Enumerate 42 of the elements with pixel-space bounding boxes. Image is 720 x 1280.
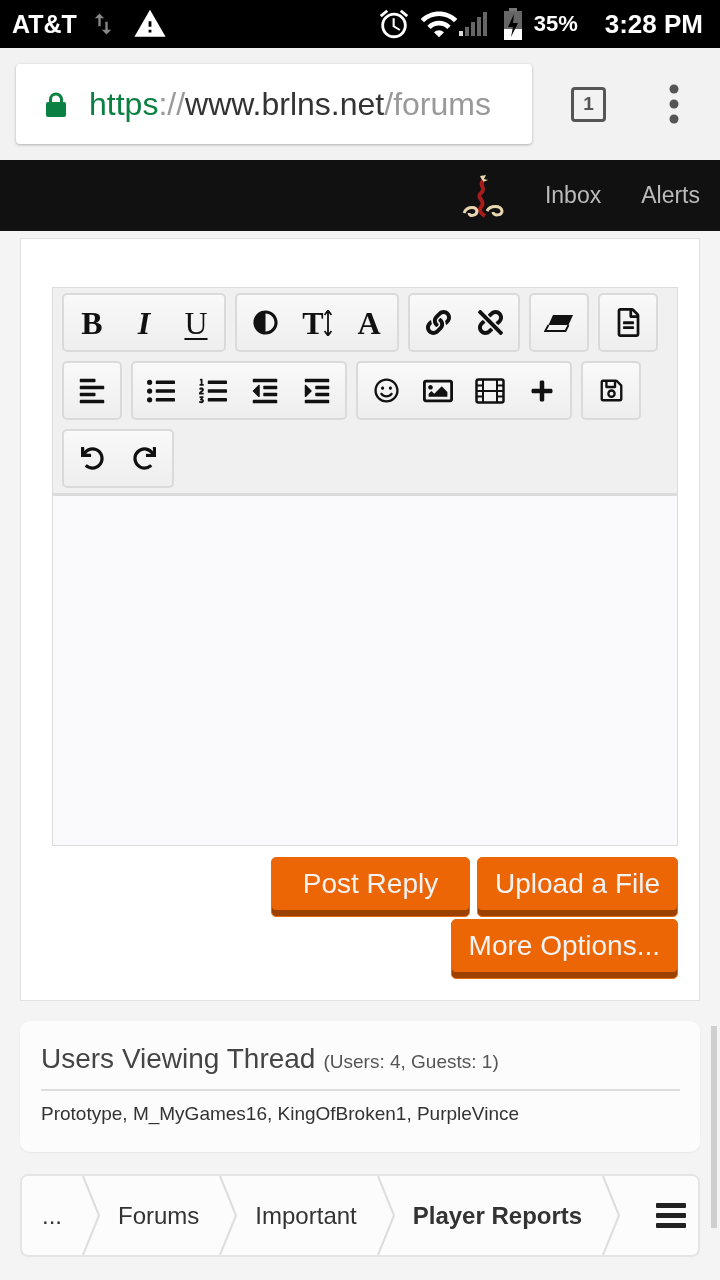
save-icon (598, 378, 624, 403)
breadcrumb-link[interactable]: Important (255, 1201, 357, 1230)
plus-icon (530, 378, 554, 403)
users-list: Prototype, M_MyGames16, KingOfBroken1, PurpleVince (41, 1103, 680, 1125)
nav-link[interactable]: Inbox (544, 182, 602, 209)
italic-button[interactable]: I (118, 295, 170, 350)
indent-icon (303, 376, 331, 405)
menu-icon[interactable] (656, 1203, 686, 1228)
battery-percent: 35% (533, 13, 578, 35)
carrier-name: AT&T (12, 11, 77, 37)
redo-icon (132, 447, 156, 470)
url-text: https://www.brlns.net/forums (89, 88, 491, 120)
nav-link[interactable]: Alerts (641, 182, 700, 209)
clock-time: 3:28 PM (604, 11, 703, 37)
film-icon (475, 377, 505, 404)
viewer-count: (Users: 4, Guests: 1) (323, 1051, 499, 1073)
eraser-icon (544, 313, 574, 332)
site-logo[interactable] (460, 173, 505, 218)
more-menu-icon[interactable] (669, 84, 679, 124)
tab-switcher-button[interactable]: 1 (571, 86, 606, 122)
outdent-icon (251, 376, 279, 405)
undo-icon (80, 447, 104, 470)
align-left-icon (78, 376, 106, 405)
section-title: Users Viewing Thread (41, 1043, 316, 1075)
breadcrumb-link[interactable]: Forums (118, 1201, 200, 1230)
unlink-icon (477, 310, 503, 335)
lock-icon (46, 91, 66, 117)
link-icon (425, 310, 451, 335)
breadcrumb-link[interactable]: ... (42, 1201, 62, 1230)
smiley-icon (373, 378, 399, 403)
contrast-icon (252, 310, 278, 335)
battery-charging-icon (503, 8, 522, 40)
breadcrumb-link[interactable]: Player Reports (412, 1201, 583, 1230)
address-bar[interactable]: https://www.brlns.net/forums (16, 64, 532, 144)
signal-icon (458, 12, 489, 36)
numbered-list-icon (199, 376, 227, 405)
text-size-button[interactable]: T (291, 295, 343, 350)
vertical-arrow-icon (323, 309, 332, 336)
editor-field[interactable] (52, 494, 678, 846)
font-button[interactable]: A (343, 295, 395, 350)
bold-button[interactable]: B (66, 295, 118, 350)
underline-button[interactable]: U (170, 295, 222, 350)
